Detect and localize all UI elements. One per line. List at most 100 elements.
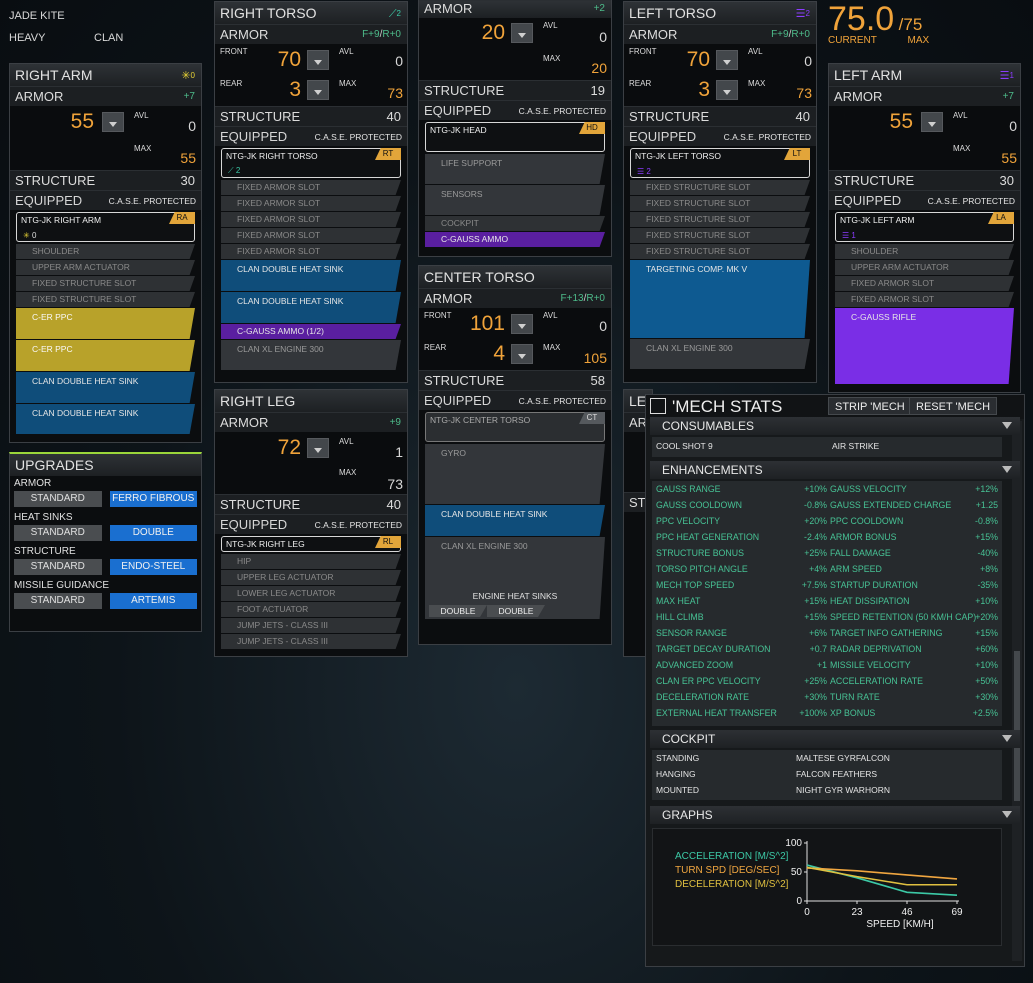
armor-spinner[interactable] (307, 438, 329, 458)
enhancement-value: -0.8% (804, 500, 827, 510)
avl-value: 0 (599, 318, 607, 334)
structure-value: 40 (386, 109, 401, 124)
head-panel: ARMOR +2 20 AVL 0 MAX 20 STRUCTURE 19 EQUI… (418, 0, 612, 257)
enhancement-name: PPC COOLDOWN (830, 516, 904, 526)
component-header[interactable]: NTG-JK CENTER TORSO CT (425, 412, 605, 442)
list-item: UPPER LEG ACTUATOR (221, 570, 401, 585)
armor-spinner[interactable] (102, 112, 124, 132)
armor-ferro-button[interactable]: FERRO FIBROUS (109, 491, 197, 507)
heat-sink-slot[interactable]: CLAN DOUBLE HEAT SINK (221, 292, 401, 323)
armor-standard-button[interactable]: STANDARD (14, 491, 102, 507)
enhancement-value: +15% (804, 596, 827, 606)
armor-bonus: +2 (593, 3, 605, 14)
enhancement-value: +7.5% (801, 580, 827, 590)
max-label: MAX (339, 79, 357, 88)
armor-bonus: +7 (1002, 91, 1014, 102)
front-armor-spinner[interactable] (511, 314, 533, 334)
list-item: JUMP JETS - CLASS III (221, 634, 401, 649)
enhancement-name: ADVANCED ZOOM (656, 660, 734, 670)
structure-value: 19 (590, 83, 605, 98)
front-armor-spinner[interactable] (716, 50, 738, 70)
structure-label: STRUCTURE (629, 109, 710, 124)
y-tick-label: 0 (796, 896, 802, 907)
case-label: C.A.S.E. PROTECTED (723, 132, 811, 142)
enhancement-value: +25% (804, 676, 827, 686)
rear-label: REAR (220, 79, 243, 88)
weapon-slot[interactable]: C-ER PPC (16, 340, 195, 371)
structure-label: STRUCTURE (834, 173, 915, 188)
enhancement-value: +10% (975, 596, 998, 606)
tonnage-max-label: MAX (907, 35, 930, 46)
right-torso-title: RIGHT TORSO (220, 5, 317, 21)
ammo-slot[interactable]: C-GAUSS AMMO (425, 232, 605, 247)
reset-mech-button[interactable]: RESET 'MECH (909, 397, 998, 415)
structure-value: 40 (386, 497, 401, 512)
rear-armor-spinner[interactable] (716, 80, 738, 100)
x-tick-label: 23 (851, 907, 863, 918)
enhancement-value: +10% (804, 484, 827, 494)
enhancements-header[interactable]: ENHANCEMENTS (650, 461, 1020, 479)
missile-standard-button[interactable]: STANDARD (14, 593, 102, 609)
upgrade-label: ARMOR (14, 478, 52, 489)
graphs-header[interactable]: GRAPHS (650, 806, 1020, 824)
max-value: 73 (796, 85, 812, 101)
component-header[interactable]: NTG-JK RIGHT LEG RL (221, 536, 401, 552)
targeting-computer-slot[interactable]: TARGETING COMP. MK V (630, 260, 810, 338)
max-value: 73 (387, 85, 403, 101)
enhancement-name: GAUSS EXTENDED CHARGE (830, 500, 952, 510)
scrollbar[interactable] (1012, 421, 1022, 961)
consumable-item: COOL SHOT 9 (656, 441, 713, 451)
component-header[interactable]: NTG-JK RIGHT ARM RA ✳ 0 (16, 212, 195, 242)
heat-sink-slot[interactable]: CLAN DOUBLE HEAT SINK (16, 372, 195, 403)
structure-label: STRUCTURE (15, 173, 96, 188)
armor-label: ARMOR (629, 27, 678, 42)
heatsinks-double-button[interactable]: DOUBLE (109, 525, 197, 541)
case-label: C.A.S.E. PROTECTED (314, 520, 402, 530)
enhancement-value: +0.7 (809, 644, 827, 654)
rear-armor-spinner[interactable] (511, 344, 533, 364)
heatsinks-standard-button[interactable]: STANDARD (14, 525, 102, 541)
structure-endo-button[interactable]: ENDO-STEEL (109, 559, 197, 575)
rear-armor-spinner[interactable] (307, 80, 329, 100)
legend-entry: TURN SPD [DEG/SEC] (675, 865, 780, 876)
cockpit-header[interactable]: COCKPIT (650, 730, 1020, 748)
armor-spinner[interactable] (921, 112, 943, 132)
rear-label: REAR (424, 343, 447, 352)
list-item: LIFE SUPPORT (425, 154, 605, 184)
enhancement-value: +1.25 (975, 500, 998, 510)
ammo-slot[interactable]: C-GAUSS AMMO (1/2) (221, 324, 401, 339)
front-armor-value: 70 (686, 48, 710, 71)
equipped-label: EQUIPPED (834, 193, 902, 208)
list-item: FIXED ARMOR SLOT (835, 292, 1014, 307)
enhancement-name: RADAR DEPRIVATION (830, 644, 922, 654)
component-header[interactable]: NTG-JK LEFT TORSO LT ☰ 2 (630, 148, 810, 178)
armor-bonus: F+13/R+0 (560, 293, 605, 304)
avl-value: 0 (599, 29, 607, 45)
enhancement-name: ARM SPEED (830, 564, 882, 574)
tonnage-current-label: CURRENT (828, 35, 877, 46)
consumables-header[interactable]: CONSUMABLES (650, 417, 1020, 435)
missile-artemis-button[interactable]: ARTEMIS (109, 593, 197, 609)
component-header[interactable]: NTG-JK LEFT ARM LA ☰ 1 (835, 212, 1014, 242)
mech-stats-title: 'MECH STATS (672, 397, 783, 416)
heat-sink-slot[interactable]: CLAN DOUBLE HEAT SINK (221, 260, 401, 291)
enhancement-name: GAUSS COOLDOWN (656, 500, 743, 510)
max-label: MAX (953, 144, 971, 153)
equipped-label: EQUIPPED (424, 393, 492, 408)
component-header[interactable]: NTG-JK HEAD HD (425, 122, 605, 152)
list-item: JUMP JETS - CLASS III (221, 618, 401, 633)
enhancement-value: +8% (980, 564, 998, 574)
center-torso-title: CENTER TORSO (419, 266, 611, 288)
structure-standard-button[interactable]: STANDARD (14, 559, 102, 575)
armor-spinner[interactable] (511, 23, 533, 43)
heat-sink-slot[interactable]: CLAN DOUBLE HEAT SINK (425, 505, 605, 536)
list-item: UPPER ARM ACTUATOR (835, 260, 1014, 275)
heat-sink-slot[interactable]: CLAN DOUBLE HEAT SINK (16, 404, 195, 434)
structure-value: 30 (999, 173, 1014, 188)
enhancement-value: +60% (975, 644, 998, 654)
weapon-slot[interactable]: C-GAUSS RIFLE (835, 308, 1014, 384)
component-header[interactable]: NTG-JK RIGHT TORSO RT ⟋ 2 (221, 148, 401, 178)
weapon-slot[interactable]: C-ER PPC (16, 308, 195, 339)
front-armor-spinner[interactable] (307, 50, 329, 70)
strip-mech-button[interactable]: STRIP 'MECH (828, 397, 912, 415)
